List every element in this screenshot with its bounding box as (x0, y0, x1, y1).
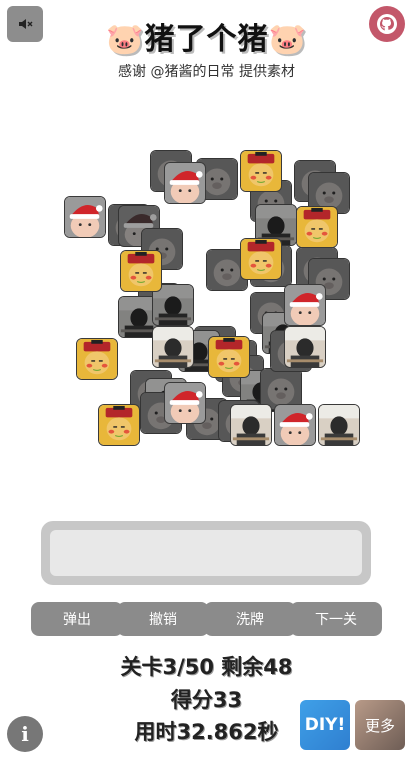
tile-man-at-desk[interactable] (152, 326, 194, 368)
tile-pig-chinese-hat[interactable] (208, 336, 250, 378)
level-status: 关卡3/50 剩余48 (120, 655, 293, 679)
tile-man-at-desk[interactable] (318, 404, 360, 446)
diy-button[interactable]: DIY! (300, 700, 350, 750)
game-board (0, 0, 413, 520)
tile-pig-santa-hat[interactable] (284, 284, 326, 326)
info-button[interactable]: i (7, 716, 43, 752)
tile-pig-chinese-hat[interactable] (120, 250, 162, 292)
pop-out-button[interactable]: 弹出 (31, 602, 123, 636)
tile-pig-chinese-hat[interactable] (98, 404, 140, 446)
score: 得分33 (170, 688, 243, 712)
shuffle-button[interactable]: 洗牌 (204, 602, 296, 636)
tile-pig-chinese-hat[interactable] (240, 150, 282, 192)
tile-man-at-desk[interactable] (230, 404, 272, 446)
tile-pig-santa-hat[interactable] (274, 404, 316, 446)
tile-man-at-desk[interactable] (284, 326, 326, 368)
undo-button[interactable]: 撤销 (117, 602, 209, 636)
tile-pig-santa-hat[interactable] (164, 162, 206, 204)
tile-tray-slots (50, 530, 362, 576)
tile-pig-chinese-hat[interactable] (240, 238, 282, 280)
tile-pig-santa-hat[interactable] (64, 196, 106, 238)
tile-pig-chinese-hat[interactable] (296, 206, 338, 248)
elapsed-time: 用时32.862秒 (134, 720, 279, 744)
tile-pig-santa-hat[interactable] (164, 382, 206, 424)
next-level-button[interactable]: 下一关 (290, 602, 382, 636)
more-button[interactable]: 更多 (355, 700, 405, 750)
tile-pig-chinese-hat[interactable] (76, 338, 118, 380)
